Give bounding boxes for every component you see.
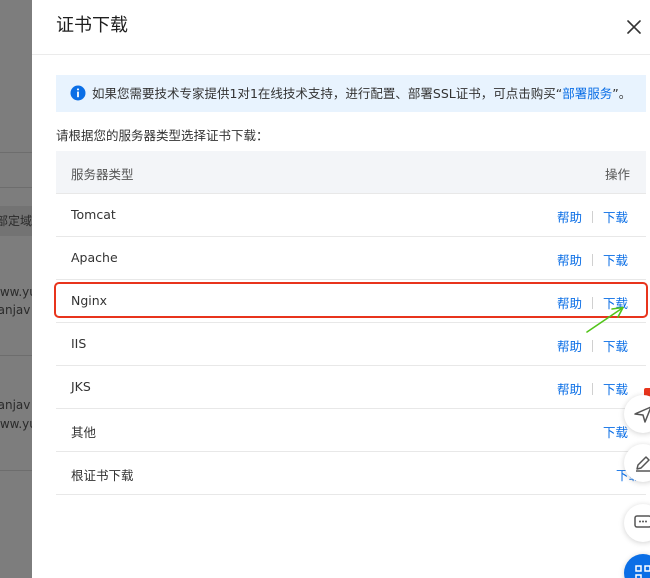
table-header: 服务器类型 操作 [56, 151, 646, 194]
row-name: Apache [71, 250, 118, 265]
help-link[interactable]: 帮助 [557, 339, 582, 354]
action-separator [591, 383, 593, 395]
row-name: IIS [71, 336, 87, 351]
select-hint: 请根据您的服务器类型选择证书下载： [56, 128, 269, 143]
row-actions: 帮助 下载 [557, 379, 628, 398]
row-actions: 帮助 下载 [557, 336, 628, 355]
bg-text: uanjav [0, 398, 31, 412]
row-actions: 帮助 下载 [557, 250, 628, 269]
help-link[interactable]: 帮助 [557, 253, 582, 268]
row-actions: 帮助 下载 [557, 207, 628, 226]
table-row: 根证书下载 下载 [56, 452, 646, 495]
notice-text-before: 如果您需要技术专家提供1对1在线技术支持，进行配置、部署SSL证书，可点击购买“ [92, 86, 563, 101]
background-page: 部定域名 www.yu uanjav uanjav www.yu [0, 0, 32, 578]
bg-text: www.yu [0, 285, 32, 299]
row-actions: 帮助 下载 [557, 293, 628, 312]
download-link[interactable]: 下载 [603, 210, 628, 225]
drawer-title: 证书下载 [56, 15, 128, 36]
download-link-nginx[interactable]: 下载 [603, 296, 628, 311]
row-name: Nginx [71, 293, 108, 308]
bg-text: www.yu [0, 417, 32, 431]
table-row: Tomcat 帮助 下载 [56, 194, 646, 237]
notice-text: 如果您需要技术专家提供1对1在线技术支持，进行配置、部署SSL证书，可点击购买“… [92, 85, 631, 102]
table-row: Nginx 帮助 下载 [56, 280, 646, 323]
row-name: JKS [71, 379, 91, 394]
table-row: Apache 帮助 下载 [56, 237, 646, 280]
deploy-service-link[interactable]: 部署服务 [562, 86, 612, 101]
help-link[interactable]: 帮助 [557, 296, 582, 311]
drawer-header: 证书下载 [32, 0, 650, 55]
certificate-download-drawer: 证书下载 如果您需要技术专家提供1对1在线技术支持，进行配置、部署SSL证书，可… [32, 0, 650, 578]
download-link[interactable]: 下载 [603, 339, 628, 354]
notice-text-after: ”。 [612, 86, 632, 101]
column-header-type: 服务器类型 [71, 167, 134, 182]
download-link[interactable]: 下载 [603, 382, 628, 397]
server-type-table: 服务器类型 操作 Tomcat 帮助 下载 Apache 帮助 下载 Nginx 帮… [56, 151, 646, 495]
action-separator [591, 254, 593, 266]
close-icon[interactable] [622, 15, 646, 39]
bg-divider [0, 470, 32, 471]
notice-banner: 如果您需要技术专家提供1对1在线技术支持，进行配置、部署SSL证书，可点击购买“… [56, 75, 646, 112]
table-row: IIS 帮助 下载 [56, 323, 646, 366]
help-link[interactable]: 帮助 [557, 210, 582, 225]
row-name: 根证书下载 [71, 468, 134, 483]
bg-text: 部定域名 [0, 214, 32, 228]
column-header-operation: 操作 [604, 167, 630, 182]
bg-divider [0, 152, 32, 153]
info-circle-icon [70, 85, 86, 101]
bg-divider [0, 355, 32, 356]
row-actions: 下载 [603, 422, 628, 441]
help-link[interactable]: 帮助 [557, 382, 582, 397]
table-row: 其他 下载 [56, 409, 646, 452]
table-row: JKS 帮助 下载 [56, 366, 646, 409]
action-separator [591, 297, 593, 309]
action-separator [591, 211, 593, 223]
row-name: 其他 [71, 425, 97, 440]
row-name: Tomcat [71, 207, 116, 222]
download-link[interactable]: 下载 [603, 425, 628, 440]
action-separator [591, 340, 593, 352]
bg-divider [0, 187, 32, 188]
bg-text: uanjav [0, 303, 31, 317]
download-link[interactable]: 下载 [603, 253, 628, 268]
